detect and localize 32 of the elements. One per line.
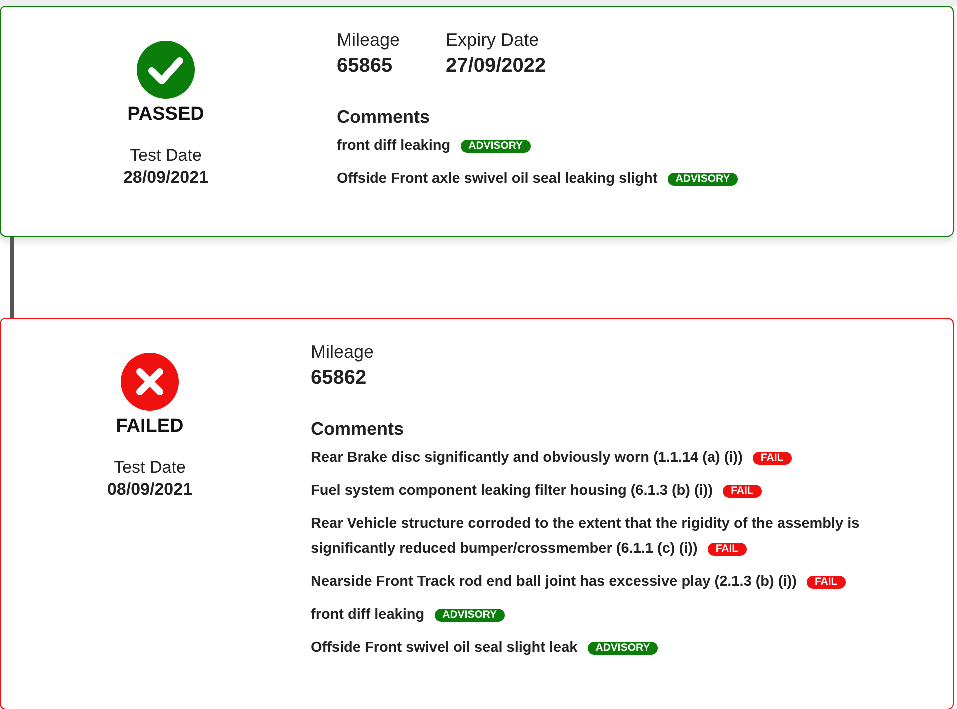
test-date: 08/09/2021 <box>107 480 193 500</box>
test-date-label: Test Date <box>114 458 186 478</box>
badge: ADVISORY <box>434 609 506 622</box>
comment-text: front diff leaking ADVISORY <box>311 607 506 623</box>
result-label: PASSED <box>128 104 204 126</box>
field-label: Mileage <box>337 30 400 51</box>
badge: ADVISORY <box>588 642 658 655</box>
test-date: 28/09/2021 <box>123 168 209 188</box>
badge: FAIL <box>752 452 792 465</box>
comment-text: Fuel system component leaking filter housing (6.1.3 (b) (i)) FAIL <box>311 483 762 499</box>
field-value: 65865 <box>337 55 394 78</box>
check-circle-icon <box>136 40 196 100</box>
field-label: Expiry Date <box>446 30 540 51</box>
comment-text: Rear Brake disc significantly and obviously worn (1.1.14 (a) (i)) FAIL <box>311 450 792 466</box>
field-label: Mileage <box>311 342 374 363</box>
comment-text: Nearside Front Track rod end ball joint has excessive play (2.1.3 (b) (i)) FAIL <box>311 574 846 590</box>
comments-heading: Comments <box>311 419 406 440</box>
badge: FAIL <box>806 576 846 589</box>
badge: FAIL <box>708 543 747 556</box>
comment-text: Offside Front axle swivel oil seal leaking slight ADVISORY <box>337 171 738 187</box>
comments-heading: Comments <box>337 107 432 128</box>
field-value: 27/09/2022 <box>446 55 546 78</box>
comment-text: Rear Vehicle structure corroded to the extent that the rigidity of the assembly is significantly reduced bumper/crossmember (6.1.1 (c) (i)) FAIL <box>311 516 860 557</box>
badge: ADVISORY <box>460 140 532 153</box>
result-label: FAILED <box>116 416 184 438</box>
comment-text: Offside Front swivel oil seal slight leak ADVISORY <box>311 640 658 656</box>
test-date-label: Test Date <box>130 146 202 166</box>
badge: ADVISORY <box>668 173 738 186</box>
field-value: 65862 <box>311 367 368 390</box>
comment-text: front diff leaking ADVISORY <box>337 138 532 154</box>
badge: FAIL <box>723 485 762 498</box>
cross-circle-icon <box>120 352 180 412</box>
